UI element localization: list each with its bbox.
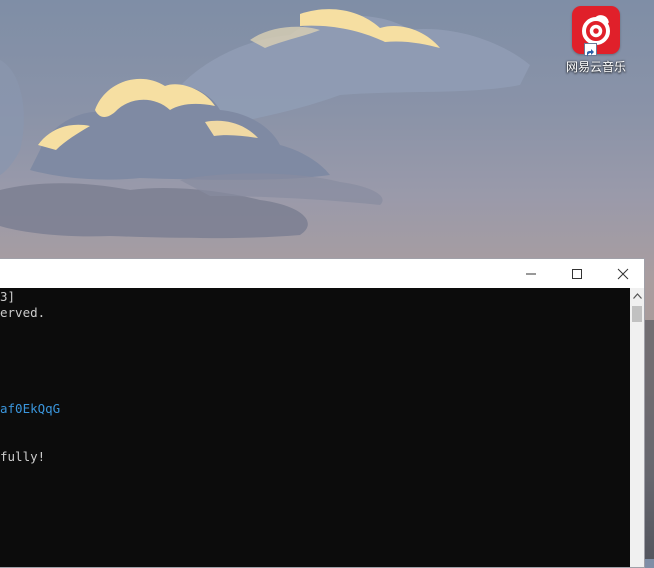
- netease-cloud-music-icon: [572, 6, 620, 57]
- close-icon: [617, 268, 629, 279]
- scroll-up-button[interactable]: [630, 288, 644, 304]
- minimize-icon: [526, 273, 536, 274]
- minimize-button[interactable]: [508, 259, 554, 288]
- desktop-shortcut-netease-music[interactable]: 网易云音乐: [560, 6, 632, 75]
- shortcut-arrow-icon: [584, 43, 597, 57]
- desktop: 网易云音乐 3] erved. af0EkQqG fully!: [0, 0, 654, 568]
- scroll-thumb[interactable]: [632, 306, 642, 322]
- console-line: fully!: [0, 449, 46, 464]
- console-line: erved.: [0, 305, 46, 320]
- console-line: 3]: [0, 289, 16, 304]
- console-line-link: af0EkQqG: [0, 401, 61, 416]
- chevron-up-icon: [632, 293, 642, 299]
- desktop-icon-label: 网易云音乐: [565, 60, 626, 74]
- console-window[interactable]: 3] erved. af0EkQqG fully!: [0, 258, 645, 568]
- vertical-scrollbar[interactable]: [630, 288, 644, 567]
- title-bar[interactable]: [0, 259, 644, 288]
- maximize-icon: [572, 268, 582, 279]
- maximize-button[interactable]: [554, 259, 600, 288]
- close-button[interactable]: [600, 259, 646, 288]
- console-output[interactable]: 3] erved. af0EkQqG fully!: [0, 288, 630, 567]
